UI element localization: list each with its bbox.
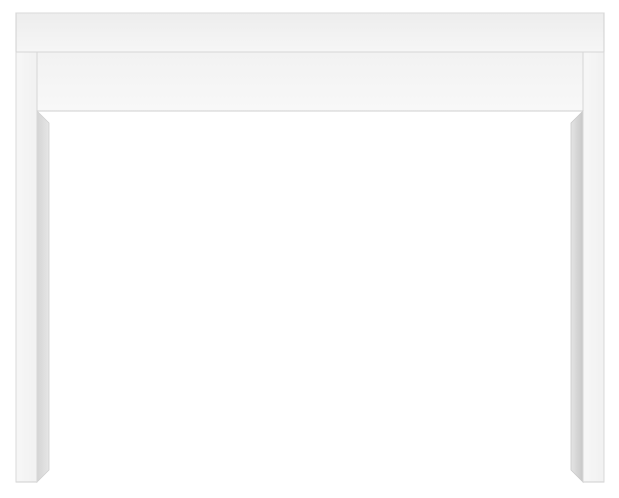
edge-highlights <box>15 52 605 482</box>
table-top <box>15 12 605 53</box>
console-table-illustration <box>15 12 605 483</box>
right-leg <box>570 51 605 483</box>
left-leg <box>15 51 50 483</box>
product-image <box>0 0 619 498</box>
drawer-front <box>36 51 584 112</box>
